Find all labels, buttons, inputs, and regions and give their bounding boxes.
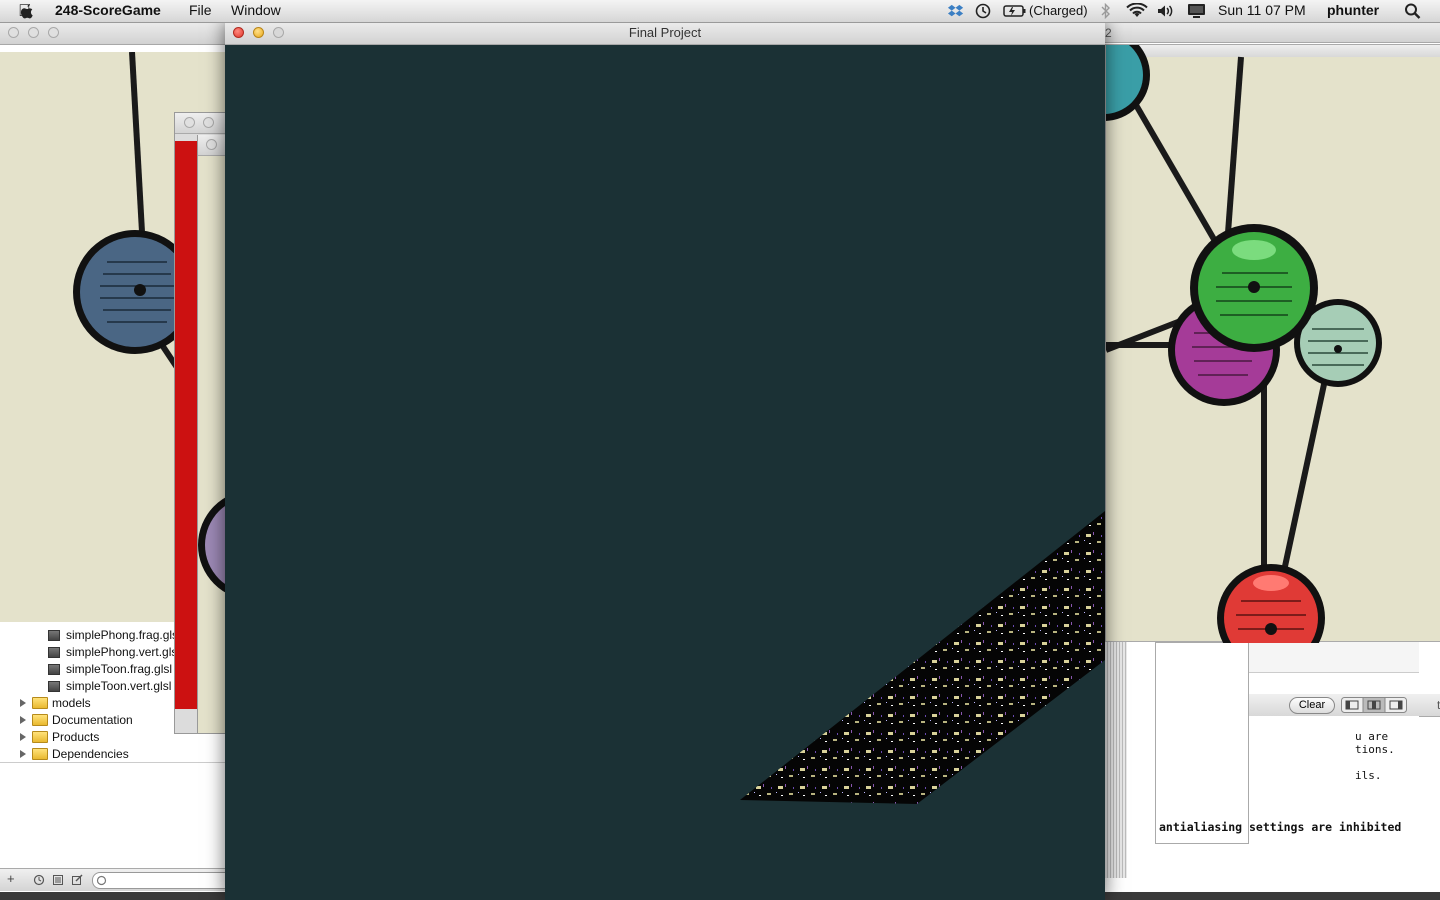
xcode-right-titlebar: 2: [1105, 22, 1440, 43]
console-line: tions.: [1355, 743, 1395, 756]
recent-files-icon[interactable]: [33, 874, 45, 886]
xcode-titlebar: [0, 22, 226, 45]
folder-icon: [32, 714, 48, 726]
user-menu[interactable]: phunter: [1327, 2, 1379, 18]
xcode-window-right: 2 Clear t u are tions. ils. antialiasing…: [1104, 22, 1440, 892]
time-machine-icon[interactable]: [974, 3, 991, 19]
clear-console-button[interactable]: Clear: [1289, 697, 1335, 714]
menu-bar:  248-ScoreGame File Window (Charged) Su…: [0, 0, 1440, 23]
textured-plane: [740, 511, 1105, 804]
opengl-viewport[interactable]: [225, 44, 1105, 900]
view-toggle-segmented[interactable]: [1341, 697, 1407, 713]
graph-window-right: [1105, 44, 1440, 643]
edited-filter-icon[interactable]: [71, 874, 83, 886]
file-icon: [48, 664, 60, 675]
volume-icon[interactable]: [1156, 3, 1176, 19]
apple-logo-icon[interactable]: [19, 3, 35, 20]
folder-item[interactable]: Documentation: [20, 712, 133, 728]
add-icon[interactable]: +: [7, 871, 15, 886]
console-warning-line: antialiasing settings are inhibited: [1159, 820, 1402, 834]
display-icon[interactable]: [1187, 3, 1207, 19]
file-item[interactable]: simplePhong.frag.glsl: [48, 627, 181, 643]
file-icon: [48, 647, 60, 658]
file-item[interactable]: simpleToon.vert.glsl: [48, 678, 171, 694]
file-icon: [48, 630, 60, 641]
noise-texture-strip: [1105, 642, 1127, 878]
minimize-button[interactable]: [28, 27, 39, 38]
folder-icon: [32, 731, 48, 743]
zoom-button[interactable]: [48, 27, 59, 38]
node-graph-canvas: [1106, 45, 1382, 643]
divider: [0, 762, 226, 763]
final-project-window: Final Project: [225, 22, 1105, 900]
bluetooth-icon[interactable]: [1100, 3, 1112, 19]
filter-search-field[interactable]: [92, 872, 234, 889]
dropbox-icon[interactable]: [947, 3, 965, 19]
truncated-title: 2: [1105, 26, 1112, 40]
menu-window[interactable]: Window: [231, 2, 281, 18]
disclosure-triangle-icon[interactable]: [20, 750, 26, 758]
folder-item[interactable]: models: [20, 695, 91, 711]
clock[interactable]: Sun 11 07 PM: [1218, 2, 1306, 18]
file-icon: [48, 681, 60, 692]
file-item[interactable]: simplePhong.vert.glsl: [48, 644, 180, 660]
console-toolbar: Clear t: [1249, 694, 1440, 717]
navigator-filter-bar: +: [0, 868, 234, 891]
final-project-titlebar[interactable]: Final Project: [225, 22, 1105, 45]
console-line: u are: [1355, 730, 1389, 743]
close-button[interactable]: [8, 27, 19, 38]
debug-area-header: [1249, 642, 1419, 673]
console-line: ils.: [1355, 769, 1382, 782]
battery-icon[interactable]: [1003, 5, 1027, 17]
battery-status[interactable]: (Charged): [1029, 3, 1088, 18]
close-button[interactable]: [206, 139, 217, 150]
folder-item[interactable]: Products: [20, 729, 99, 745]
disclosure-triangle-icon[interactable]: [20, 733, 26, 741]
scm-filter-icon[interactable]: [52, 874, 64, 886]
folder-icon: [32, 697, 48, 709]
minimize-button[interactable]: [203, 117, 214, 128]
app-menu[interactable]: 248-ScoreGame: [55, 2, 161, 18]
menu-file[interactable]: File: [189, 2, 212, 18]
wifi-icon[interactable]: [1126, 3, 1148, 19]
spotlight-search-icon[interactable]: [1404, 3, 1422, 19]
file-item[interactable]: simpleToon.frag.glsl: [48, 661, 172, 677]
red-texture-panel: [175, 141, 197, 709]
inspector-panel: [1155, 642, 1249, 844]
folder-icon: [32, 748, 48, 760]
console-output[interactable]: u are tions. ils.: [1249, 716, 1419, 886]
close-button[interactable]: [184, 117, 195, 128]
folder-item[interactable]: Dependencies: [20, 746, 129, 762]
filter-search-icon: [96, 875, 107, 886]
disclosure-triangle-icon[interactable]: [20, 716, 26, 724]
window-title: Final Project: [628, 25, 702, 40]
disclosure-triangle-icon[interactable]: [20, 699, 26, 707]
